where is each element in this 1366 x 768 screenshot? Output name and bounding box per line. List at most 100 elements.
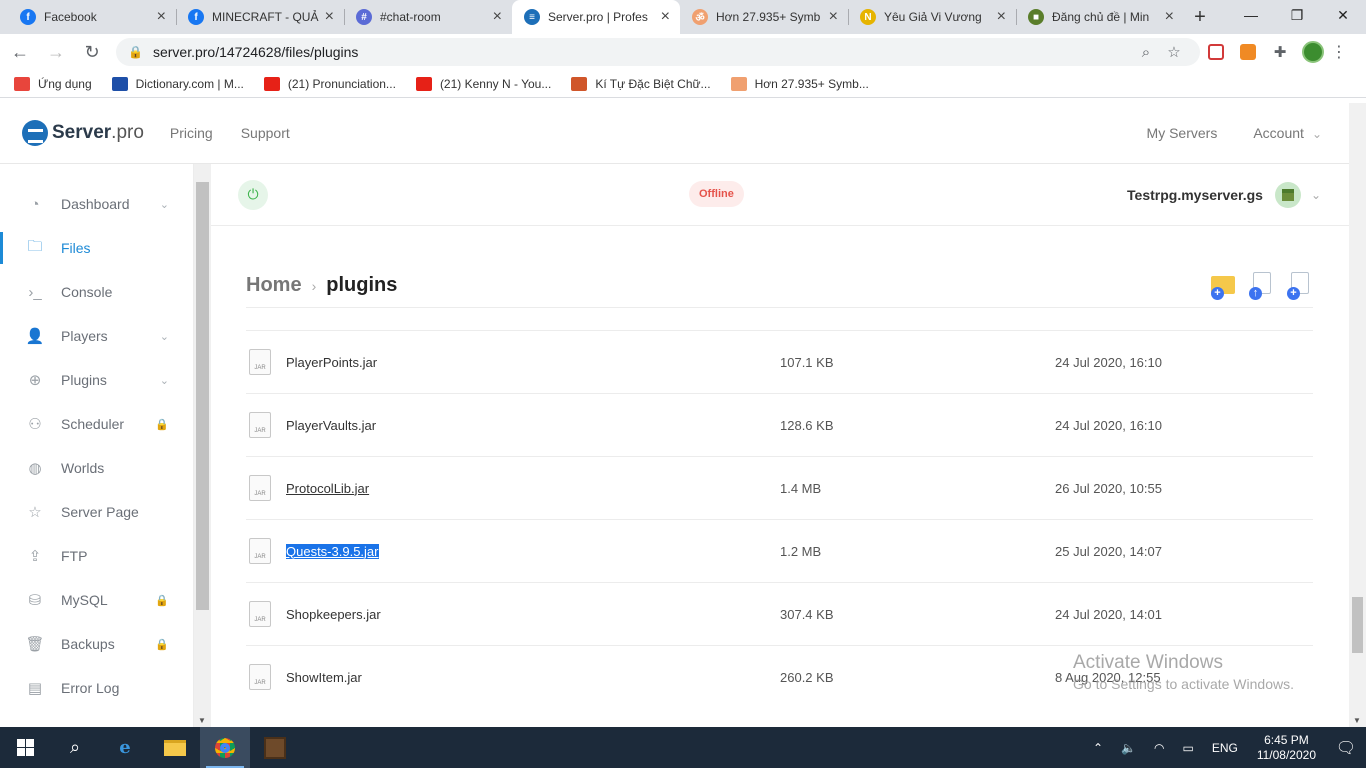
extension-shield-icon[interactable] bbox=[1200, 36, 1232, 68]
sidebar-item-error-log[interactable]: ▤ Error Log bbox=[0, 666, 193, 710]
file-name[interactable]: Shopkeepers.jar bbox=[286, 607, 381, 622]
chevron-down-icon[interactable]: ⌄ bbox=[160, 198, 169, 211]
chrome-icon[interactable] bbox=[200, 727, 250, 768]
table-row[interactable]: JAR Shopkeepers.jar 307.4 KB 24 Jul 2020, 1… bbox=[246, 582, 1313, 645]
bookmark-item[interactable]: (21) Pronunciation... bbox=[263, 76, 396, 91]
bookmark-item[interactable]: Kí Tự Đặc Biệt Chữ... bbox=[571, 76, 711, 91]
maximize-icon[interactable]: ❐ bbox=[1274, 0, 1320, 30]
close-tab-icon[interactable]: × bbox=[493, 9, 502, 25]
page-scroll-thumb[interactable] bbox=[1352, 597, 1363, 653]
bookmark-item[interactable]: (21) Kenny N - You... bbox=[415, 76, 551, 91]
file-name[interactable]: ShowItem.jar bbox=[286, 670, 362, 685]
chevron-up-icon[interactable]: ⌃ bbox=[1093, 741, 1103, 755]
zoom-icon[interactable]: ⌕ bbox=[1132, 44, 1160, 61]
minimize-icon[interactable]: — bbox=[1228, 0, 1274, 30]
close-tab-icon[interactable]: × bbox=[997, 9, 1006, 25]
battery-icon[interactable]: ▭ bbox=[1182, 741, 1193, 755]
wifi-icon[interactable]: ◠ bbox=[1154, 741, 1164, 755]
browser-tab[interactable]: ■ Đăng chủ đề | Min × bbox=[1016, 0, 1184, 34]
sidebar-item-scheduler[interactable]: ⚇ Scheduler 🔒 bbox=[0, 402, 193, 446]
chevron-down-icon[interactable]: ⌄ bbox=[160, 330, 169, 343]
new-tab-button[interactable]: + bbox=[1184, 0, 1216, 34]
file-size: 307.4 KB bbox=[780, 606, 834, 622]
new-folder-button[interactable]: + bbox=[1211, 272, 1237, 300]
serverpro-logo[interactable]: Server.pro bbox=[22, 120, 144, 146]
close-window-icon[interactable]: ✕ bbox=[1320, 0, 1366, 30]
lock-icon[interactable]: 🔒 bbox=[128, 45, 143, 59]
plugin-icon: ⊕ bbox=[28, 372, 42, 389]
bookmark-item[interactable]: Dictionary.com | M... bbox=[111, 76, 244, 91]
browser-tab[interactable]: ॐ Hơn 27.935+ Symb × bbox=[680, 0, 848, 34]
back-icon[interactable]: ← bbox=[4, 36, 36, 68]
scroll-down-arrow-icon[interactable]: ▼ bbox=[1353, 716, 1361, 725]
bookmark-item[interactable]: Hơn 27.935+ Symb... bbox=[730, 76, 869, 91]
extensions-puzzle-icon[interactable]: ✚ bbox=[1264, 36, 1296, 68]
sidebar-item-mysql[interactable]: ⛁ MySQL 🔒 bbox=[0, 578, 193, 622]
forward-icon[interactable]: → bbox=[40, 36, 72, 68]
clock[interactable]: 6:45 PM 11/08/2020 bbox=[1257, 733, 1316, 763]
browser-tab[interactable]: # #chat-room × bbox=[344, 0, 512, 34]
table-row[interactable]: JAR Quests-3.9.5.jar 1.2 MB 25 Jul 2020, 14… bbox=[246, 519, 1313, 582]
sidebar-item-worlds[interactable]: ◍ Worlds bbox=[0, 446, 193, 490]
close-tab-icon[interactable]: × bbox=[1165, 9, 1174, 25]
chevron-down-icon[interactable]: ⌄ bbox=[160, 374, 169, 387]
sidebar-scroll-thumb[interactable] bbox=[196, 182, 209, 610]
page-scrollbar[interactable]: ▼ bbox=[1349, 103, 1366, 727]
extension-shopping-icon[interactable] bbox=[1232, 36, 1264, 68]
close-tab-icon[interactable]: × bbox=[325, 9, 334, 25]
new-file-button[interactable]: + bbox=[1287, 271, 1313, 300]
sidebar-item-server-page[interactable]: ☆ Server Page bbox=[0, 490, 193, 534]
browser-tab[interactable]: N Yêu Giả Vi Vương × bbox=[848, 0, 1016, 34]
notification-icon[interactable]: 🗨 bbox=[1326, 738, 1366, 758]
bookmark-star-icon[interactable]: ☆ bbox=[1160, 43, 1188, 61]
browser-tab[interactable]: f Facebook × bbox=[8, 0, 176, 34]
minecraft-launcher-icon[interactable] bbox=[250, 727, 300, 768]
close-tab-icon[interactable]: × bbox=[829, 9, 838, 25]
close-tab-icon[interactable]: × bbox=[157, 9, 166, 25]
reload-icon[interactable]: ↻ bbox=[76, 36, 108, 68]
breadcrumb-home[interactable]: Home bbox=[246, 274, 302, 297]
file-name[interactable]: PlayerPoints.jar bbox=[286, 355, 377, 370]
file-name[interactable]: PlayerVaults.jar bbox=[286, 418, 376, 433]
file-name[interactable]: Quests-3.9.5.jar bbox=[286, 543, 379, 559]
volume-icon[interactable]: 🔈 bbox=[1121, 741, 1136, 755]
search-icon[interactable]: ⌕ bbox=[50, 727, 100, 768]
serverpro-logo-icon bbox=[22, 120, 48, 146]
watermark-line2: Go to Settings to activate Windows. bbox=[1073, 676, 1294, 692]
url-text[interactable]: server.pro/14724628/files/plugins bbox=[153, 44, 1132, 60]
sidebar-item-plugins[interactable]: ⊕ Plugins ⌄ bbox=[0, 358, 193, 402]
sidebar-item-backups[interactable]: 🗑 Backups 🔒 bbox=[0, 622, 193, 666]
nav-my-servers[interactable]: My Servers bbox=[1147, 125, 1218, 141]
close-tab-icon[interactable]: × bbox=[661, 9, 670, 25]
edge-icon[interactable]: e bbox=[100, 727, 150, 768]
upload-file-button[interactable]: ↑ bbox=[1249, 271, 1275, 300]
menu-kebab-icon[interactable]: ⋮ bbox=[1324, 42, 1354, 62]
bookmark-favicon-icon bbox=[415, 76, 432, 91]
sidebar-scrollbar[interactable]: ▼ bbox=[194, 164, 211, 727]
server-avatar[interactable] bbox=[1274, 181, 1301, 208]
sidebar-item-files[interactable]: 🗀 Files bbox=[0, 226, 193, 270]
sidebar-item-console[interactable]: ›_ Console bbox=[0, 270, 193, 314]
table-row[interactable]: JAR ProtocolLib.jar 1.4 MB 26 Jul 2020, 10:… bbox=[246, 456, 1313, 519]
sidebar-item-dashboard[interactable]: ◔ Dashboard ⌄ bbox=[0, 182, 193, 226]
profile-avatar[interactable] bbox=[1302, 41, 1324, 63]
nav-pricing[interactable]: Pricing bbox=[170, 125, 213, 141]
sidebar-item-ftp[interactable]: ⇪ FTP bbox=[0, 534, 193, 578]
server-name[interactable]: Testrpg.myserver.gs bbox=[1127, 187, 1263, 203]
start-button[interactable] bbox=[0, 727, 50, 768]
nav-account[interactable]: Account bbox=[1253, 125, 1322, 141]
chevron-down-icon[interactable]: ⌄ bbox=[1311, 188, 1321, 202]
address-bar[interactable]: 🔒 server.pro/14724628/files/plugins ⌕ ☆ bbox=[116, 38, 1200, 66]
file-name[interactable]: ProtocolLib.jar bbox=[286, 481, 369, 496]
nav-support[interactable]: Support bbox=[241, 125, 290, 141]
browser-tab[interactable]: ≡ Server.pro | Profes × bbox=[512, 0, 680, 34]
bookmark-item[interactable]: Ứng dụng bbox=[14, 76, 92, 91]
power-button[interactable]: ⏻ bbox=[238, 179, 268, 210]
file-explorer-icon[interactable] bbox=[150, 727, 200, 768]
browser-tab[interactable]: f MINECRAFT - QUẢ × bbox=[176, 0, 344, 34]
sidebar-item-players[interactable]: 👤 Players ⌄ bbox=[0, 314, 193, 358]
scroll-down-arrow-icon[interactable]: ▼ bbox=[198, 716, 206, 725]
table-row[interactable]: JAR PlayerVaults.jar 128.6 KB 24 Jul 2020, … bbox=[246, 393, 1313, 456]
language-indicator[interactable]: ENG bbox=[1212, 741, 1238, 755]
table-row[interactable]: JAR PlayerPoints.jar 107.1 KB 24 Jul 2020, … bbox=[246, 330, 1313, 393]
